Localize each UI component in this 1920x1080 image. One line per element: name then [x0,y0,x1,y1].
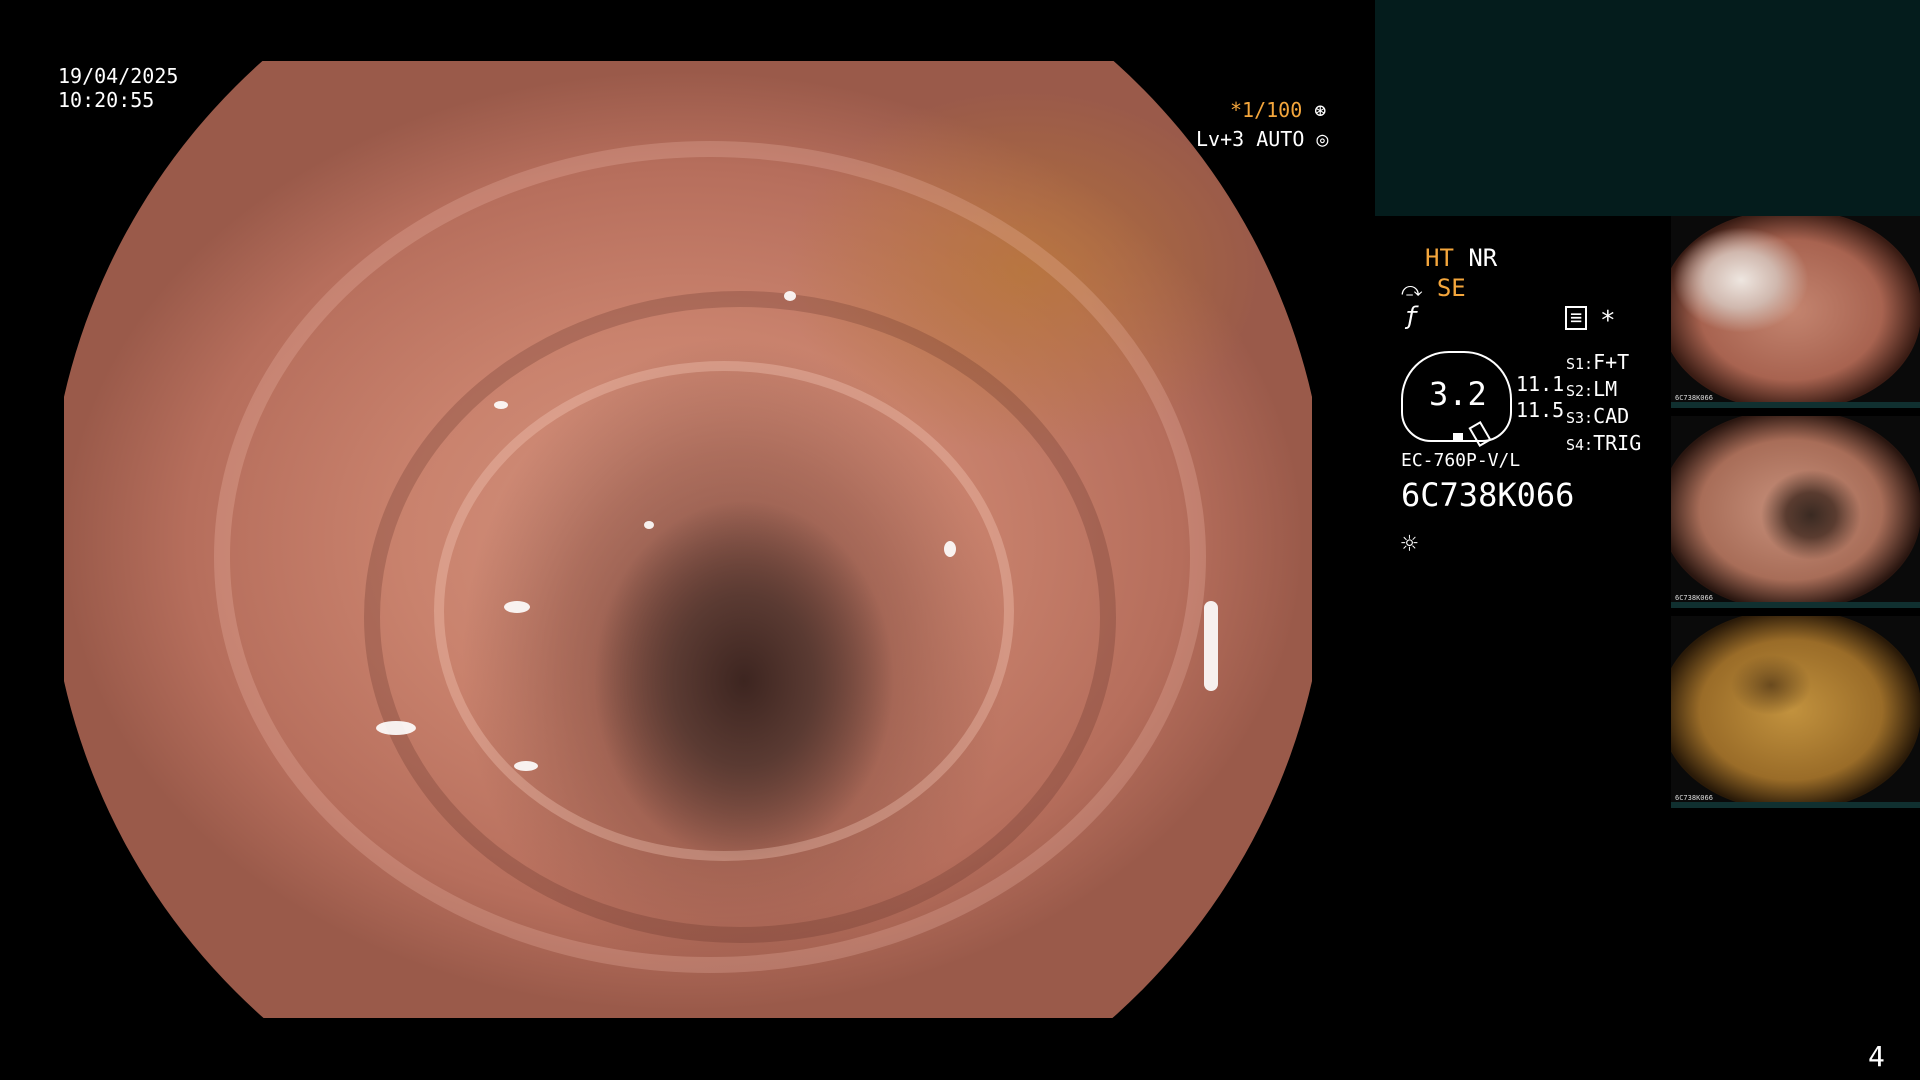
shutter-label: *1/100 [1230,98,1303,122]
record-icon: ≡ [1565,306,1587,330]
info-box [1375,0,1920,216]
shutter-row: *1/100 ⊛ [1230,98,1326,122]
iris-icon: ⊛ [1314,98,1327,122]
switch-key: S4: [1566,436,1594,454]
ht-label: HT [1425,244,1454,272]
level-label: Lv+3 AUTO [1196,127,1305,151]
specular-highlight [784,291,796,301]
thumbnail-bar [1671,602,1920,608]
scope-model: EC-760P-V/L [1401,450,1521,471]
se-label: SE [1436,274,1466,302]
gauge-pointer-icon [1468,420,1492,448]
specular-highlight [644,521,654,529]
scope-serial: 6C738K066 [1401,476,1575,514]
level-row: Lv+3 AUTO ◎ [1196,127,1328,151]
thumbnail-1[interactable]: 6C738K066 [1671,216,1920,408]
asterisk-label: * [1600,306,1616,336]
thumbnail-label: 6C738K066 [1675,394,1713,402]
thumbnail-label: 6C738K066 [1675,794,1713,802]
switch-value: CAD [1593,404,1630,428]
switch-value: TRIG [1593,431,1642,455]
thumbnail-label: 6C738K066 [1675,594,1713,602]
value-1: 11.1 [1516,372,1565,396]
light-source-icon: ☼ [1401,527,1418,560]
switch-key: S3: [1566,409,1594,427]
specular-highlight [494,401,508,409]
switch-item-s1: S1:F+T [1566,350,1641,377]
switch-item-s2: S2:LM [1566,377,1641,404]
thumbnail-2[interactable]: 6C738K066 [1671,416,1920,608]
switch-item-s4: S4:TRIG [1566,431,1641,458]
ht-nr-row: HT NR [1425,244,1497,272]
thumbnail-bar [1671,402,1920,408]
specular-highlight [504,601,530,613]
page-number: 4 [1868,1040,1885,1073]
thumbnail-image [1671,416,1920,608]
specular-highlight [1204,601,1218,691]
switch-value: LM [1593,377,1618,401]
switch-item-s3: S3:CAD [1566,404,1641,431]
switch-key: S2: [1566,382,1594,400]
gauge-indicator-icon [1453,433,1463,440]
nr-label: NR [1468,244,1498,272]
date-label: 19/04/2025 [58,64,179,88]
endoscope-main-view [64,61,1312,1018]
specular-highlight [514,761,538,771]
time-label: 10:20:55 [58,88,155,112]
thumbnail-image [1671,616,1920,808]
switch-value: F+T [1593,350,1630,374]
light-mode-icon: ⤼ [1401,277,1423,301]
specular-highlight [376,721,416,735]
thumbnail-bar [1671,802,1920,808]
value-2: 11.5 [1516,398,1565,422]
switch-key: S1: [1566,355,1594,373]
se-row: ⤼ SE [1401,274,1466,302]
switch-list: S1:F+T S2:LM S3:CAD S4:TRIG [1566,350,1641,458]
specular-highlight [944,541,956,557]
zoom-gauge: 3.2 [1401,351,1512,448]
auto-iris-icon: ◎ [1316,127,1329,151]
gauge-value: 3.2 [1429,375,1487,413]
thumbnail-image [1671,216,1920,408]
function-icon: ƒ [1404,302,1419,330]
thumbnail-3[interactable]: 6C738K066 [1671,616,1920,808]
